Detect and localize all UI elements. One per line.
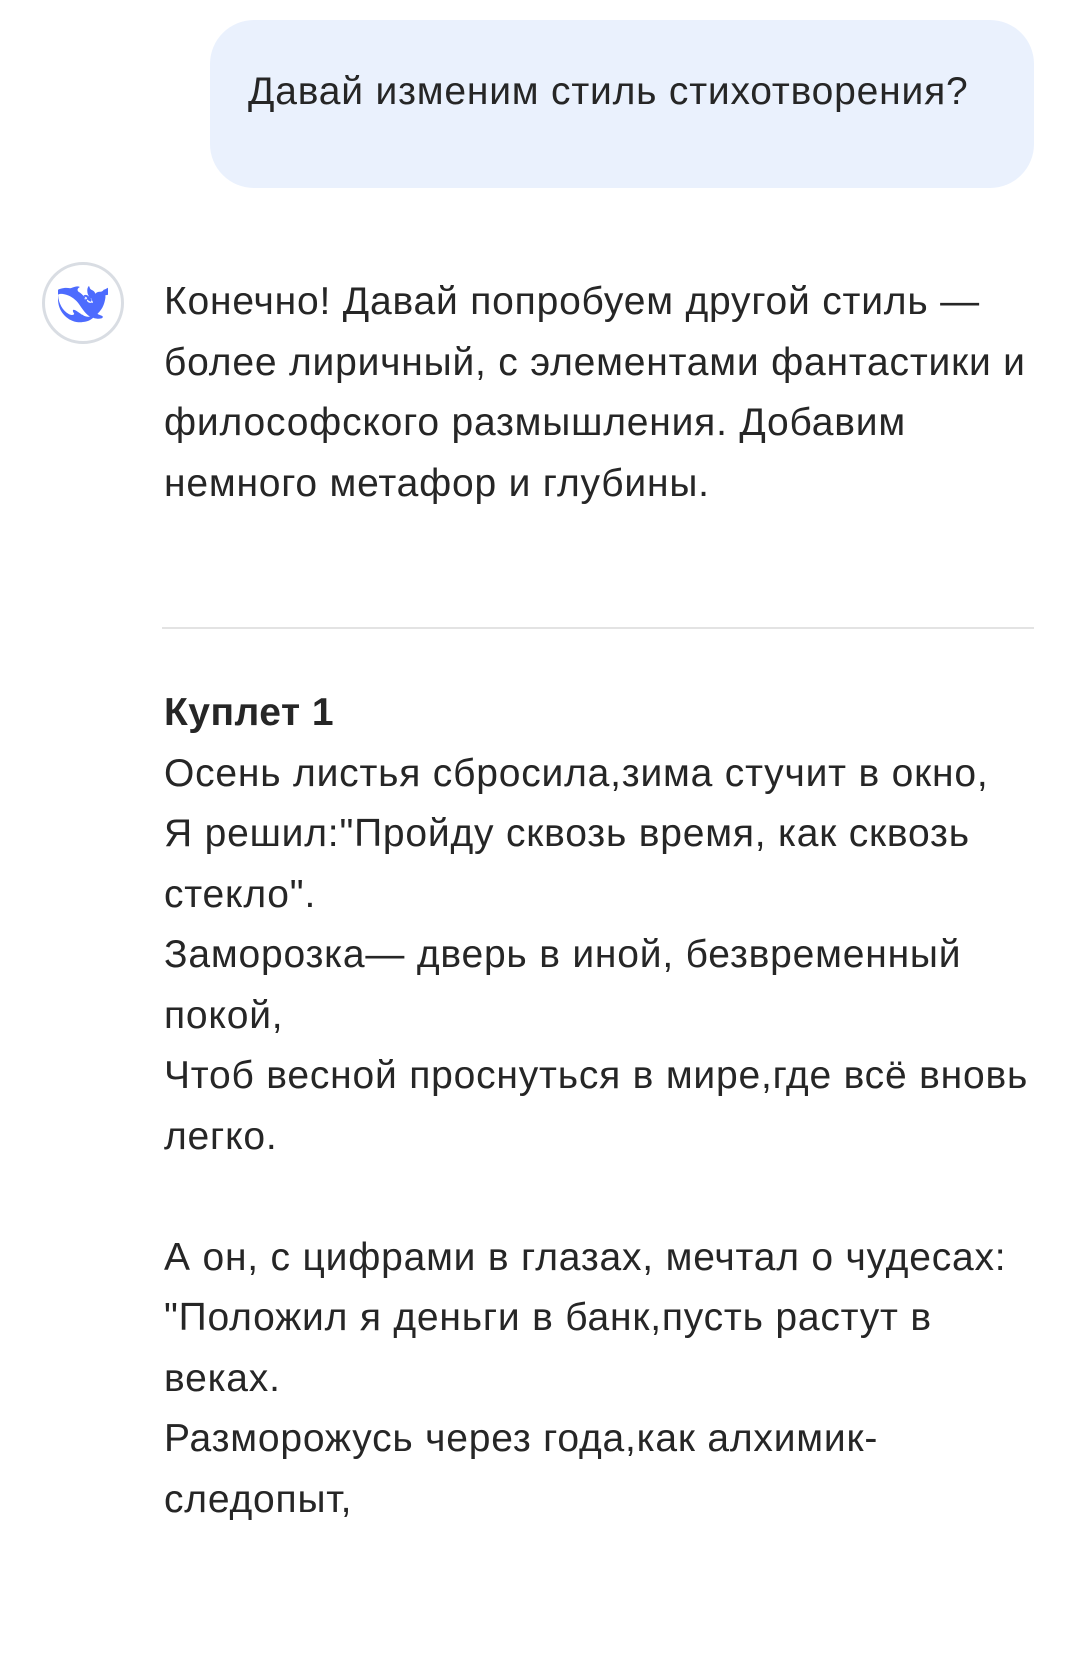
poem-line: Осень листья сбросила,зима стучит в окно… [164, 751, 989, 795]
divider [162, 627, 1034, 629]
poem-line: Разморожусь через года,как алхимик-следо… [164, 1417, 879, 1521]
assistant-reply-intro: Конечно! Давай попробуем другой стиль — … [164, 280, 1026, 505]
verse-heading: Куплет 1 [164, 691, 335, 734]
poem: Куплет 1 Осень листья сбросила,зима стуч… [164, 683, 1044, 1530]
poem-line: Чтоб весной проснуться в мире,где всё вн… [164, 1054, 1029, 1158]
whale-logo-icon [58, 286, 108, 323]
stanza-gap [164, 1167, 1044, 1228]
poem-line: Заморозка— дверь в иной, безвременный по… [164, 933, 962, 1037]
poem-line: "Положил я деньги в банк,пусть растут в … [164, 1296, 932, 1400]
poem-line: А он, с цифрами в глазах, мечтал о чудес… [164, 1235, 1007, 1279]
poem-line: Я решил:"Пройду сквозь время, как сквозь… [164, 812, 970, 916]
user-message-bubble: Давай изменим стиль стихотворения? [210, 20, 1034, 188]
user-message-text: Давай изменим стиль стихотворения? [248, 70, 969, 113]
assistant-avatar [42, 262, 124, 344]
